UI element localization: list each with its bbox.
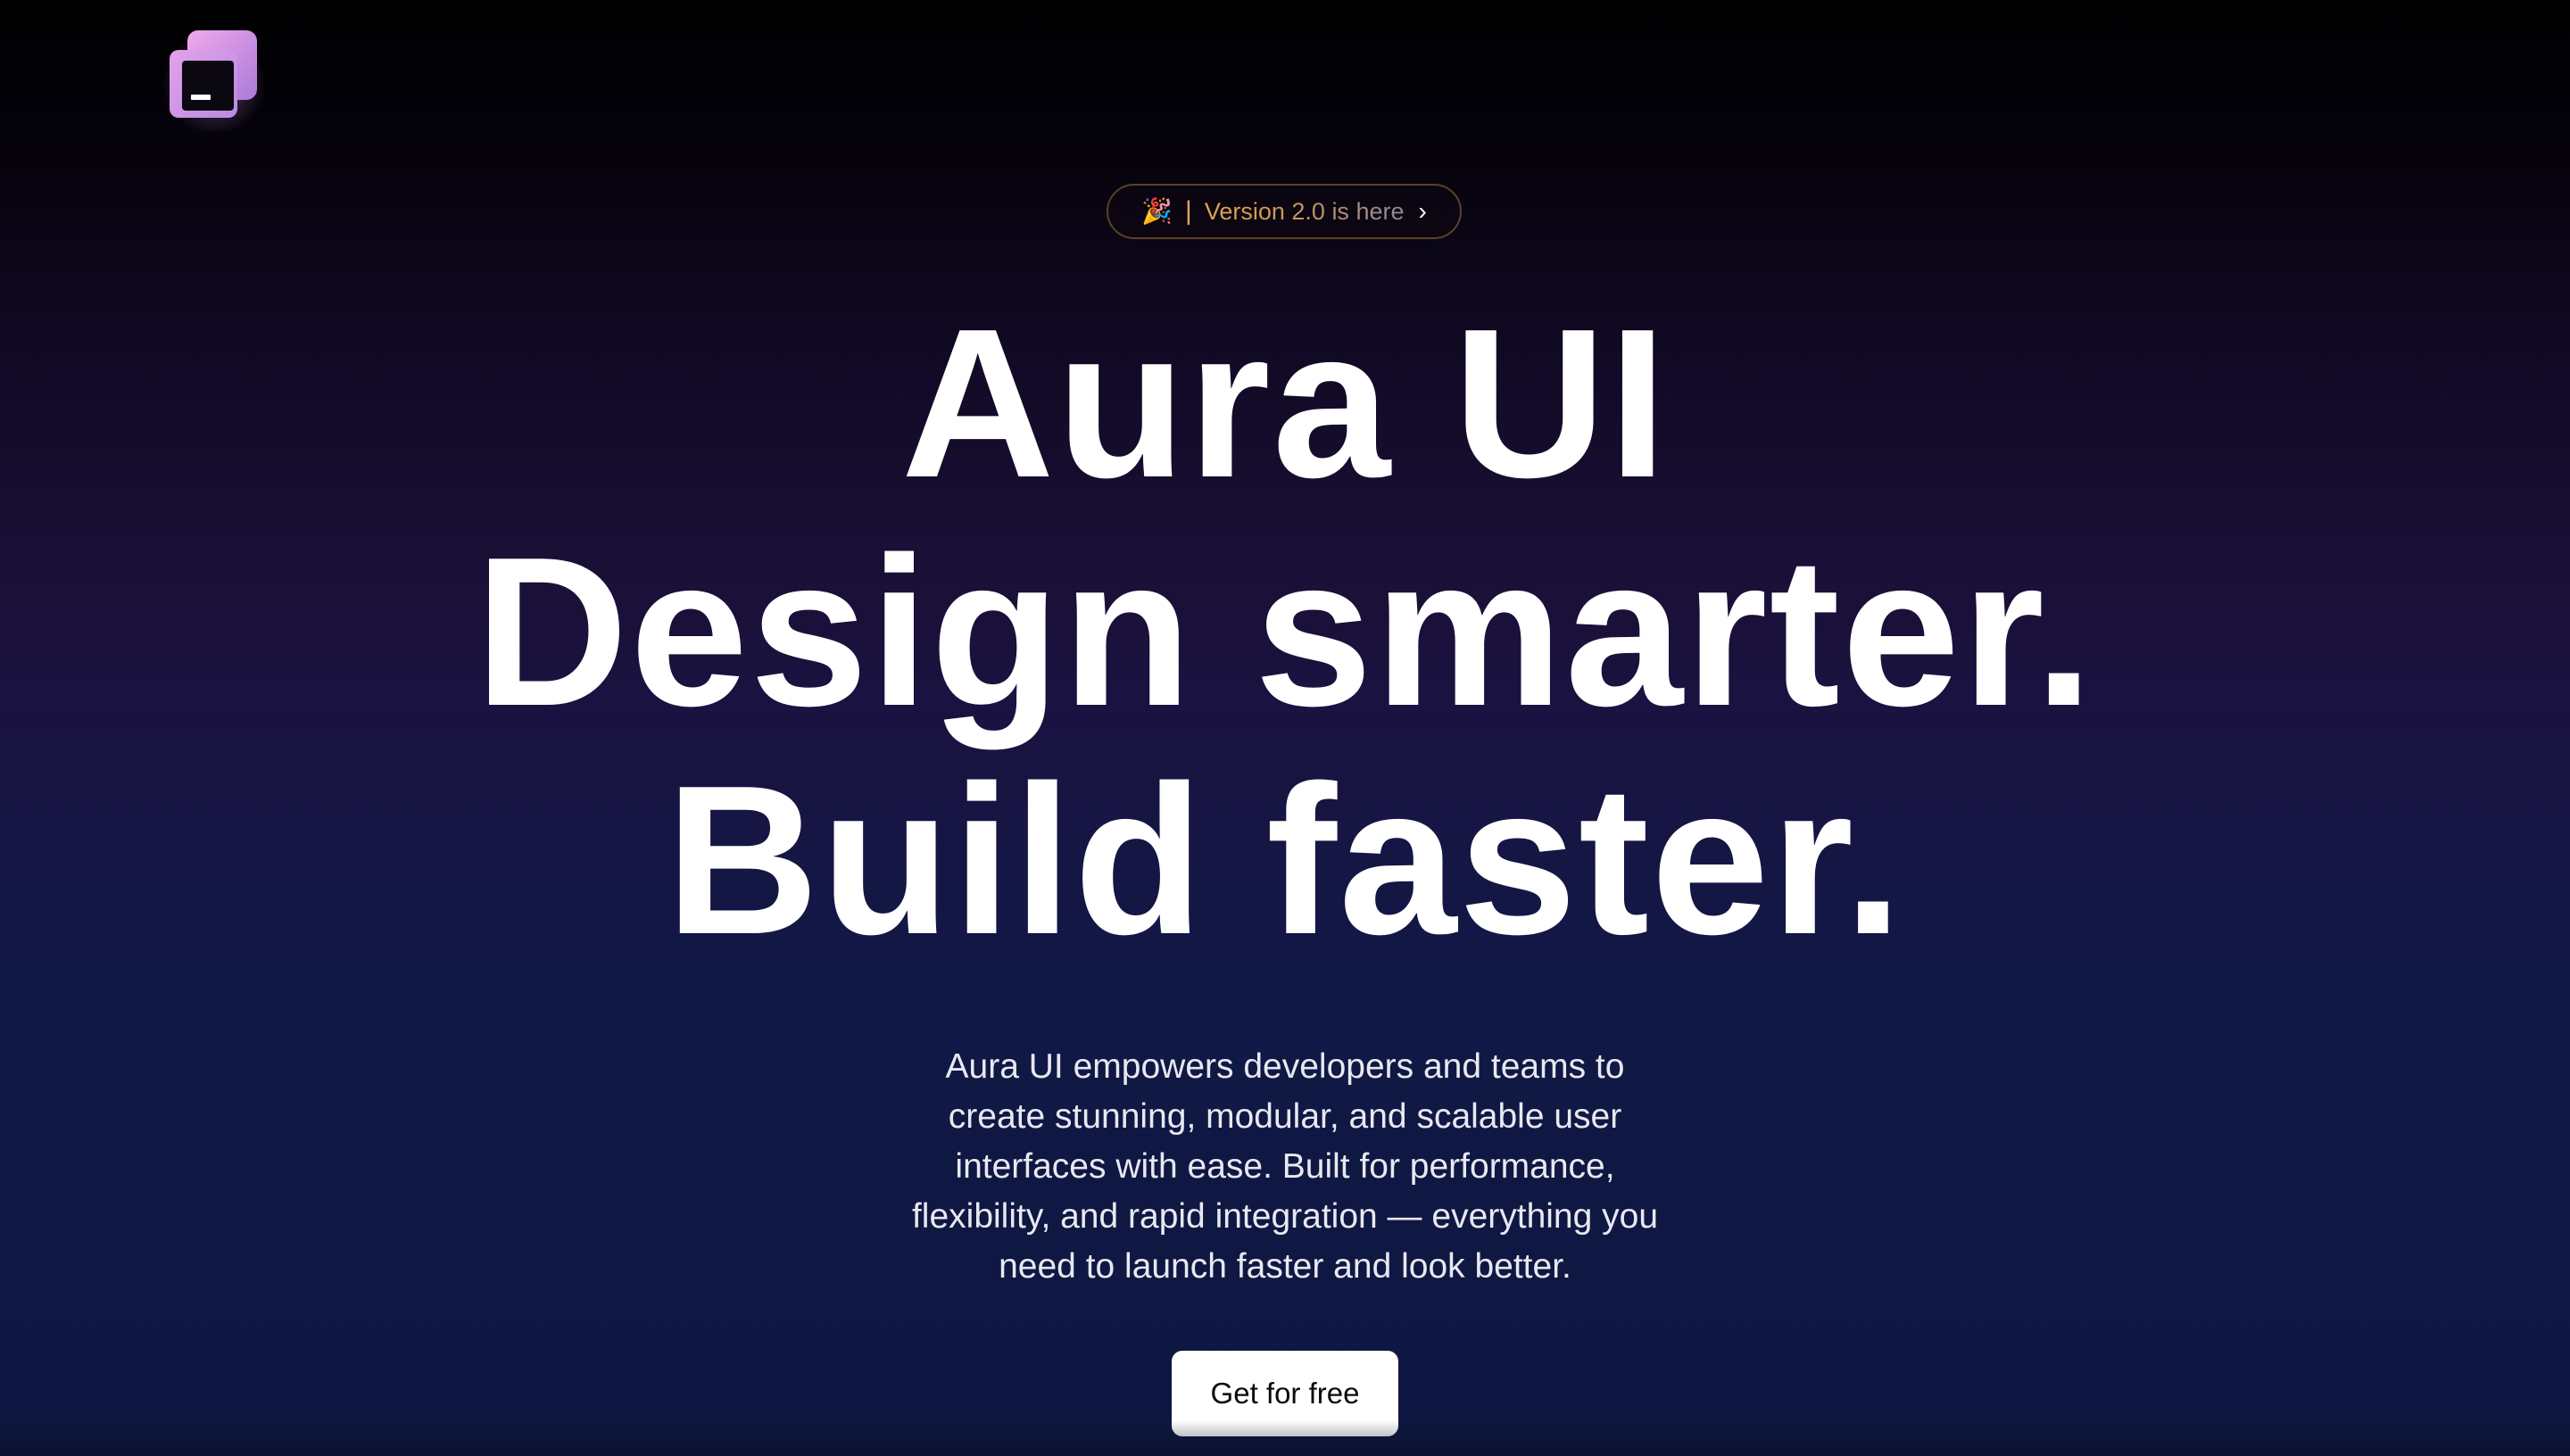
badge-text: Version 2.0 is here [1204,197,1405,225]
version-announcement-badge[interactable]: 🎉 | Version 2.0 is here › [1107,184,1462,239]
terminal-window-icon [182,61,234,111]
badge-separator: | [1185,196,1192,226]
headline-line: Build faster. [665,742,1905,979]
terminal-cursor-icon [191,95,211,100]
headline-line: Aura UI [900,285,1670,522]
hero-headline: Aura UI Design smarter. Build faster. [0,290,2570,975]
party-popper-icon: 🎉 [1141,197,1173,225]
bottom-shade [0,1420,2570,1456]
chevron-right-icon: › [1418,197,1427,225]
hero-description: Aura UI empowers developers and teams to… [911,1047,1659,1286]
logo[interactable] [161,25,268,132]
headline-line: Design smarter. [475,514,2095,750]
